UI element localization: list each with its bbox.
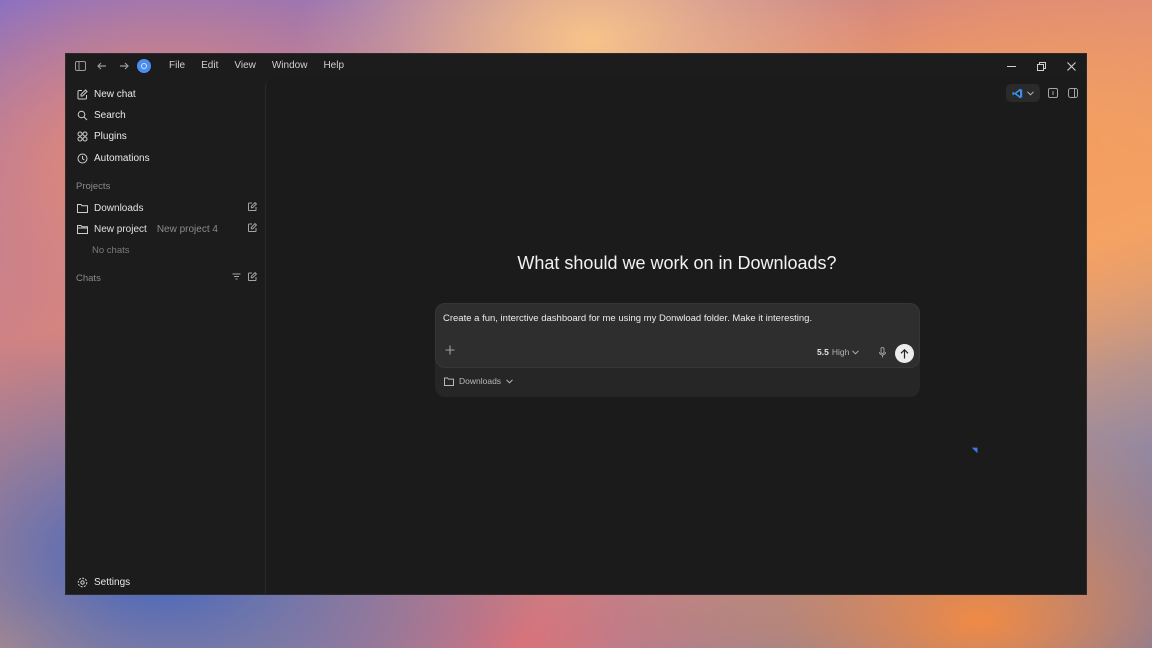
menu-edit[interactable]: Edit: [193, 54, 226, 78]
new-chat-in-project-icon[interactable]: [248, 223, 257, 232]
no-chats-text: No chats: [92, 245, 130, 256]
folder-picker[interactable]: Downloads: [444, 376, 513, 386]
chevron-down-icon: [852, 349, 860, 355]
folder-icon: [444, 377, 454, 386]
app-window: File Edit View Window Help New chat Sear…: [65, 53, 1087, 595]
toggle-right-panel-icon[interactable]: [1066, 86, 1080, 100]
project-item-downloads[interactable]: Downloads: [76, 199, 257, 217]
project-item-new-project[interactable]: New project New project 4: [76, 220, 257, 238]
microphone-icon[interactable]: [876, 345, 888, 359]
panel-icon[interactable]: [1046, 86, 1060, 100]
sidebar-item-automations[interactable]: Automations: [76, 149, 150, 167]
settings-label: Settings: [94, 576, 131, 588]
composer[interactable]: Create a fun, interctive dashboard for m…: [435, 303, 920, 368]
model-selector[interactable]: 5.5 High: [817, 347, 860, 357]
sidebar-item-new-chat[interactable]: New chat: [76, 85, 136, 103]
window-controls: [996, 54, 1086, 78]
add-attachment-icon[interactable]: [445, 345, 455, 355]
folder-open-icon: [76, 223, 88, 235]
send-button[interactable]: [895, 344, 914, 363]
app-logo-icon: [137, 59, 151, 73]
menu-file[interactable]: File: [161, 54, 193, 78]
new-chat-icon[interactable]: [248, 272, 257, 281]
new-chat-label: New chat: [94, 88, 136, 100]
plugins-icon: [76, 130, 88, 142]
sidebar-item-search[interactable]: Search: [76, 106, 126, 124]
minimize-icon[interactable]: [996, 54, 1026, 78]
clock-icon: [76, 152, 88, 164]
menu-view[interactable]: View: [226, 54, 264, 78]
toggle-sidebar-icon[interactable]: [69, 55, 91, 77]
sidebar-item-settings[interactable]: Settings: [76, 573, 130, 591]
restore-icon[interactable]: [1026, 54, 1056, 78]
menu-bar: File Edit View Window Help: [161, 54, 352, 78]
arrow-up-icon: [900, 348, 909, 359]
sidebar-item-plugins[interactable]: Plugins: [76, 127, 127, 145]
composer-container: Create a fun, interctive dashboard for m…: [435, 303, 920, 397]
new-chat-in-project-icon[interactable]: [248, 202, 257, 211]
title-bar: File Edit View Window Help: [66, 54, 1086, 78]
project-name: Downloads: [94, 202, 144, 214]
prompt-input[interactable]: Create a fun, interctive dashboard for m…: [443, 313, 812, 324]
folder-picker-label: Downloads: [459, 376, 502, 386]
model-version: 5.5: [817, 347, 829, 357]
back-arrow-icon[interactable]: [91, 55, 113, 77]
project-subtitle: New project 4: [156, 223, 218, 235]
filter-icon[interactable]: [232, 272, 241, 281]
menu-help[interactable]: Help: [315, 54, 352, 78]
titlebar-left: File Edit View Window Help: [66, 54, 352, 78]
vscode-icon: [1012, 88, 1023, 99]
chevron-down-icon: [1027, 90, 1034, 96]
open-in-editor-button[interactable]: [1006, 84, 1040, 102]
top-right-toolbar: [1006, 84, 1080, 102]
gear-icon: [76, 576, 88, 588]
close-icon[interactable]: [1056, 54, 1086, 78]
chevron-down-icon: [506, 378, 513, 384]
projects-heading: Projects: [76, 181, 111, 192]
sidebar: New chat Search Plugins Automations Proj…: [66, 78, 265, 594]
model-effort: High: [831, 347, 850, 357]
chats-header: Chats: [76, 269, 257, 287]
project-name: New project: [94, 223, 147, 235]
menu-window[interactable]: Window: [264, 54, 316, 78]
automations-label: Automations: [94, 152, 150, 164]
page-title: What should we work on in Downloads?: [517, 253, 837, 273]
compose-icon: [76, 88, 88, 100]
chats-heading: Chats: [76, 272, 101, 284]
folder-icon: [76, 202, 88, 214]
search-icon: [76, 109, 88, 121]
search-label: Search: [94, 109, 126, 121]
forward-arrow-icon[interactable]: [113, 55, 135, 77]
main-panel: What should we work on in Downloads? Cre…: [265, 78, 1086, 594]
plugins-label: Plugins: [94, 130, 127, 142]
